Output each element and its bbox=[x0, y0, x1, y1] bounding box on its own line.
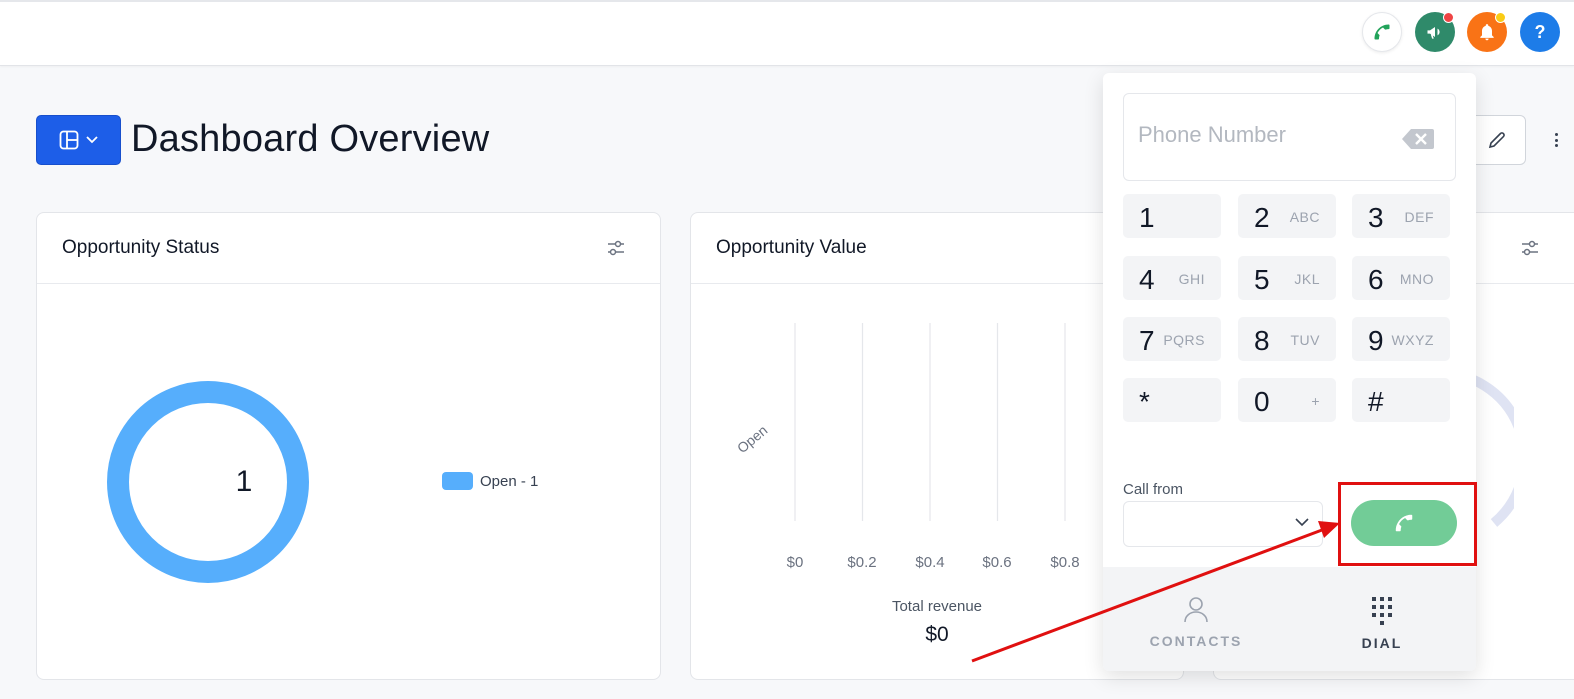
card-header: Opportunity Status bbox=[37, 213, 660, 284]
total-revenue-label: Total revenue bbox=[891, 598, 983, 615]
dial-key-0[interactable]: 0 + bbox=[1238, 378, 1336, 422]
phone-number-field bbox=[1123, 93, 1456, 181]
x-tick-label: $0.4 bbox=[915, 554, 945, 571]
call-from-select[interactable] bbox=[1123, 501, 1323, 547]
megaphone-icon bbox=[1427, 27, 1440, 39]
layout-switcher-button[interactable] bbox=[36, 115, 121, 165]
help-button[interactable]: ? bbox=[1520, 12, 1560, 52]
dial-key-4[interactable]: 4 GHI bbox=[1123, 256, 1221, 300]
donut-center-label: 1 bbox=[235, 465, 253, 498]
card-title: Opportunity Status bbox=[62, 237, 220, 258]
dot bbox=[1554, 133, 1558, 136]
chevron-down-icon bbox=[1295, 518, 1309, 527]
x-tick-label: $0.6 bbox=[982, 554, 1012, 571]
dial-key-5[interactable]: 5 JKL bbox=[1238, 256, 1336, 300]
status-donut-chart bbox=[107, 381, 309, 583]
phone-number-input[interactable] bbox=[1138, 122, 1398, 148]
dial-key-2[interactable]: 2 ABC bbox=[1238, 194, 1336, 238]
legend-item-open[interactable]: Open - 1 bbox=[480, 473, 538, 490]
total-revenue-value: $0 bbox=[925, 623, 949, 646]
tab-contacts-label: CONTACTS bbox=[1149, 633, 1243, 649]
more-options-button[interactable] bbox=[1548, 128, 1564, 152]
opportunity-status-card: Opportunity Status 1 Open - 1 bbox=[36, 212, 661, 680]
dot bbox=[1554, 138, 1558, 142]
tab-dial-label: DIAL bbox=[1361, 635, 1403, 651]
dial-key-1[interactable]: 1 bbox=[1123, 194, 1221, 238]
pencil-icon bbox=[1488, 132, 1505, 149]
notification-dot bbox=[1495, 12, 1506, 23]
filter-icon[interactable] bbox=[607, 240, 625, 256]
question-icon: ? bbox=[1534, 21, 1546, 42]
backspace-icon[interactable] bbox=[1401, 128, 1435, 150]
x-tick-label: $0 bbox=[786, 554, 804, 571]
dial-key-3[interactable]: 3 DEF bbox=[1352, 194, 1450, 238]
dot bbox=[1554, 144, 1558, 147]
call-from-label: Call from bbox=[1123, 481, 1184, 498]
layout-icon bbox=[59, 130, 78, 150]
legend-swatch bbox=[442, 472, 473, 490]
phone-dialer-popup: 1 2ABC 3DEF 4GHI 5JKL 6MNO 7PQRS 8TUV 9W… bbox=[1103, 73, 1476, 671]
phone-icon bbox=[1374, 24, 1390, 40]
dial-key-6[interactable]: 6 MNO bbox=[1352, 256, 1450, 300]
top-bar: ? bbox=[0, 0, 1574, 66]
dial-key-8[interactable]: 8 TUV bbox=[1238, 317, 1336, 361]
filter-icon[interactable] bbox=[1521, 240, 1539, 256]
x-tick-label: $0.2 bbox=[847, 554, 877, 571]
announcements-button[interactable] bbox=[1415, 12, 1455, 52]
bell-icon bbox=[1480, 24, 1494, 41]
chart-legend: Open - 1 bbox=[442, 472, 538, 490]
tab-dial[interactable]: DIAL bbox=[1322, 595, 1442, 651]
tab-contacts[interactable]: CONTACTS bbox=[1136, 595, 1256, 649]
person-icon bbox=[1184, 597, 1208, 623]
dial-key-9[interactable]: 9 WXYZ bbox=[1352, 317, 1450, 361]
dialer-footer-tabs: CONTACTS DIAL bbox=[1103, 567, 1476, 671]
dialpad-icon bbox=[1372, 597, 1392, 625]
x-tick-label: $0.8 bbox=[1050, 554, 1080, 571]
notifications-button[interactable] bbox=[1467, 12, 1507, 52]
dial-key-7[interactable]: 7 PQRS bbox=[1123, 317, 1221, 361]
donut-slice-open[interactable] bbox=[107, 381, 309, 583]
call-button[interactable] bbox=[1362, 12, 1402, 52]
unread-dot bbox=[1443, 12, 1454, 23]
dial-key-star[interactable]: * bbox=[1123, 378, 1221, 422]
chevron-down-icon bbox=[85, 136, 98, 144]
annotation-highlight-box bbox=[1338, 482, 1477, 566]
dial-key-hash[interactable]: # bbox=[1352, 378, 1450, 422]
page-title: Dashboard Overview bbox=[131, 118, 490, 160]
